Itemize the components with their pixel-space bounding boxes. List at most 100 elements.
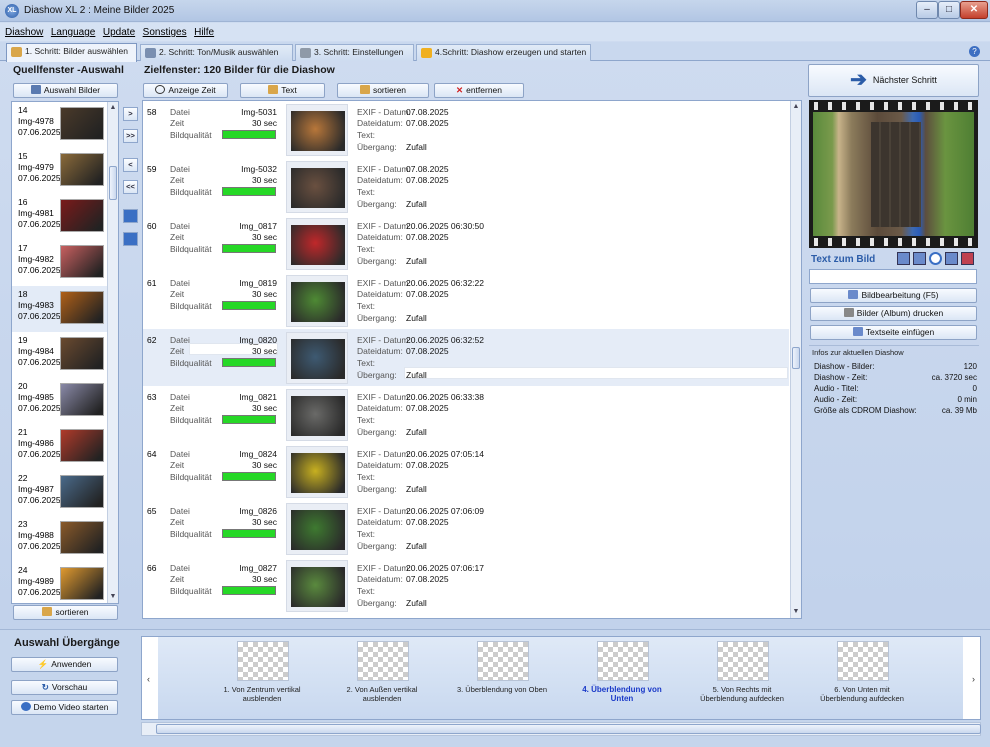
target-list[interactable]: 58 Datei Zeit Bildqualität Img-5031 30 sec EXI… — [142, 100, 802, 619]
menu-sonstiges[interactable]: Sonstiges — [143, 27, 187, 38]
image-text-input[interactable] — [809, 269, 977, 284]
mirror-icon[interactable] — [945, 252, 958, 265]
add-all-button[interactable]: >> — [123, 129, 138, 143]
source-item-info: 18 Img-4983 07.06.2025 — [18, 289, 61, 322]
transitions-scrollbar[interactable] — [141, 722, 981, 736]
display-time-button[interactable]: Anzeige Zeit — [143, 83, 228, 98]
source-item[interactable]: 16 Img-4981 07.06.2025 — [12, 194, 108, 240]
edit-image-button[interactable]: Bildbearbeitung (F5) — [810, 288, 977, 303]
video-icon — [20, 702, 31, 711]
scroll-down-icon[interactable]: ▼ — [108, 591, 118, 603]
transition-label: Übergang: — [357, 598, 397, 608]
transition-value: Zufall — [406, 370, 427, 380]
target-row[interactable]: 60 Datei Zeit Bildqualität Img_0817 30 sec EXI… — [143, 215, 789, 272]
music-icon — [145, 48, 156, 58]
insert-text-page-button[interactable]: Textseite einfügen — [810, 325, 977, 340]
tab-step-4[interactable]: 4.Schritt: Diashow erzeugen und starten — [416, 44, 591, 61]
filedate-label: Dateidatum: — [357, 460, 403, 470]
source-item[interactable]: 18 Img-4983 07.06.2025 — [12, 286, 108, 332]
move-up-icon[interactable] — [123, 209, 138, 223]
target-row[interactable]: 59 Datei Zeit Bildqualität Img-5032 30 sec EXI… — [143, 158, 789, 215]
target-row[interactable] — [143, 614, 789, 618]
source-item[interactable]: 22 Img-4987 07.06.2025 — [12, 470, 108, 516]
tab-step-1[interactable]: 1. Schritt: Bilder auswählen — [6, 43, 137, 62]
minimize-button[interactable]: – — [916, 1, 938, 19]
source-scrollbar[interactable]: ▲ ▼ — [107, 102, 118, 603]
source-item[interactable]: 15 Img-4979 07.06.2025 — [12, 148, 108, 194]
transition-label: Übergang: — [357, 142, 397, 152]
tab-step-2[interactable]: 2. Schritt: Ton/Musik auswählen — [140, 44, 293, 61]
text-button[interactable]: Text — [240, 83, 325, 98]
target-sort-button[interactable]: sortieren — [337, 83, 429, 98]
close-button[interactable]: ✕ — [960, 1, 988, 19]
source-item[interactable]: 24 Img-4989 07.06.2025 — [12, 562, 108, 603]
menu-language[interactable]: Language — [51, 27, 96, 38]
target-row[interactable]: 61 Datei Zeit Bildqualität Img_0819 30 sec EXI… — [143, 272, 789, 329]
file-date: 07.08.2025 — [406, 346, 449, 356]
info-value: 0 — [972, 384, 977, 393]
target-row[interactable]: 66 Datei Zeit Bildqualität Img_0827 30 sec EXI… — [143, 557, 789, 614]
target-row[interactable]: 64 Datei Zeit Bildqualität Img_0824 30 sec EXI… — [143, 443, 789, 500]
scroll-down-icon[interactable]: ▼ — [791, 606, 801, 618]
demo-video-button[interactable]: Demo Video starten — [11, 700, 118, 715]
flip-horizontal-icon[interactable] — [897, 252, 910, 265]
item-date: 07.06.2025 — [18, 173, 61, 183]
tab-label: 4.Schritt: Diashow erzeugen und starten — [435, 47, 587, 57]
mirror-left-icon[interactable] — [961, 252, 974, 265]
quality-bar — [222, 244, 276, 253]
move-down-icon[interactable] — [123, 232, 138, 246]
source-item[interactable]: 17 Img-4982 07.06.2025 — [12, 240, 108, 286]
preview-button[interactable]: ↻ Vorschau — [11, 680, 118, 695]
target-row[interactable]: 63 Datei Zeit Bildqualität Img_0821 30 sec EXI… — [143, 386, 789, 443]
quality-bar — [222, 301, 276, 310]
exif-label: EXIF - Datum: — [357, 278, 411, 288]
menu-diashow[interactable]: Diashow — [5, 27, 43, 38]
scroll-right-icon[interactable]: › — [972, 674, 975, 684]
help-icon[interactable]: ? — [969, 46, 980, 57]
source-item[interactable]: 19 Img-4984 07.06.2025 — [12, 332, 108, 378]
next-step-button[interactable]: ➔ Nächster Schritt — [808, 64, 979, 97]
source-list[interactable]: 14 Img-4978 07.06.2025 15 Img-4979 07.06.2025… — [11, 101, 119, 604]
target-row[interactable]: 58 Datei Zeit Bildqualität Img-5031 30 sec EXI… — [143, 101, 789, 158]
item-number: 20 — [18, 381, 28, 391]
rotate-icon[interactable] — [929, 252, 942, 265]
source-item-info: 16 Img-4981 07.06.2025 — [18, 197, 61, 230]
source-item[interactable]: 21 Img-4986 07.06.2025 — [12, 424, 108, 470]
tab-step-3[interactable]: 3. Schritt: Einstellungen — [295, 44, 414, 61]
scroll-thumb[interactable] — [109, 166, 117, 200]
target-row[interactable]: 62 Datei Zeit Bildqualität Img_0820 30 sec EXI… — [143, 329, 789, 386]
maximize-button[interactable]: □ — [938, 1, 960, 19]
target-scrollbar[interactable]: ▲ ▼ — [790, 101, 801, 618]
scroll-up-icon[interactable]: ▲ — [791, 101, 801, 113]
menu-hilfe[interactable]: Hilfe — [194, 27, 214, 38]
clock-icon — [155, 85, 166, 94]
remove-button[interactable]: ✕ entfernen — [434, 83, 524, 98]
scroll-left-icon[interactable]: ‹ — [147, 674, 150, 684]
row-number: 64 — [147, 449, 157, 459]
flip-vertical-icon[interactable] — [913, 252, 926, 265]
scroll-thumb[interactable] — [156, 724, 981, 734]
quality-label: Bildqualität — [170, 358, 212, 368]
transition-caption: 3. Überblendung von Oben — [456, 685, 548, 694]
transition-input[interactable] — [404, 367, 788, 379]
remove-one-button[interactable]: < — [123, 158, 138, 172]
time-label: Zeit — [170, 574, 185, 584]
source-item[interactable]: 20 Img-4985 07.06.2025 — [12, 378, 108, 424]
scroll-up-icon[interactable]: ▲ — [108, 102, 118, 114]
menu-update[interactable]: Update — [103, 27, 135, 38]
transitions-title: Auswahl Übergänge — [14, 637, 120, 649]
source-item[interactable]: 14 Img-4978 07.06.2025 — [12, 102, 108, 148]
source-sort-button[interactable]: sortieren — [13, 605, 118, 620]
item-thumbnail — [60, 245, 104, 278]
file-date: 07.08.2025 — [406, 517, 449, 527]
source-item[interactable]: 23 Img-4988 07.06.2025 — [12, 516, 108, 562]
preview-photo — [813, 112, 974, 236]
target-row[interactable]: 65 Datei Zeit Bildqualität Img_0826 30 sec EXI… — [143, 500, 789, 557]
remove-all-button[interactable]: << — [123, 180, 138, 194]
select-images-button[interactable]: Auswahl Bilder — [13, 83, 118, 98]
scroll-thumb[interactable] — [792, 347, 800, 369]
text-label: Text: — [357, 529, 375, 539]
apply-button[interactable]: ⚡ Anwenden — [11, 657, 118, 672]
add-one-button[interactable]: > — [123, 107, 138, 121]
print-album-button[interactable]: Bilder (Album) drucken — [810, 306, 977, 321]
